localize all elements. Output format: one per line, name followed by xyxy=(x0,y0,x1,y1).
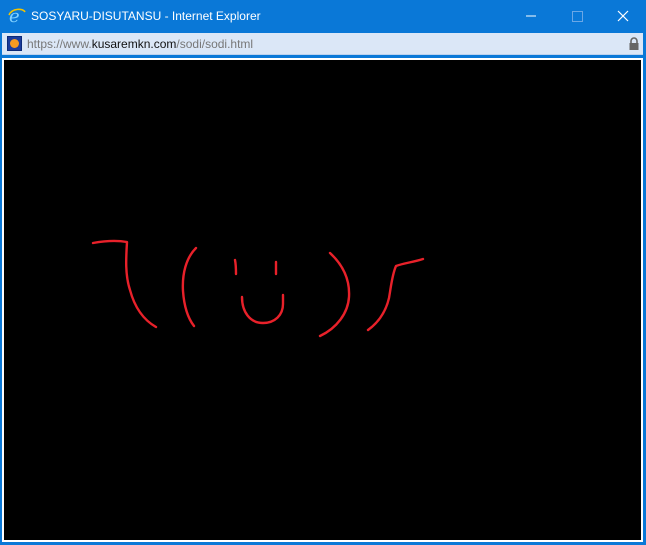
url-text[interactable]: https://www.kusaremkn.com/sodi/sodi.html xyxy=(27,37,253,51)
right-paren-stroke xyxy=(318,251,351,338)
maximize-button[interactable] xyxy=(554,0,600,32)
url-scheme: https://www. xyxy=(27,37,92,51)
address-bar[interactable]: https://www.kusaremkn.com/sodi/sodi.html xyxy=(2,33,643,55)
minimize-button[interactable] xyxy=(508,0,554,32)
favicon-dot xyxy=(10,39,19,48)
url-path: /sodi/sodi.html xyxy=(176,37,254,51)
page-content xyxy=(2,58,643,542)
browser-window: e SOSYARU-DISUTANSU - Internet Explorer … xyxy=(0,0,646,545)
url-domain: kusaremkn.com xyxy=(91,37,177,51)
right-arm-stroke xyxy=(366,257,425,332)
left-eye-stroke xyxy=(233,258,238,276)
close-icon xyxy=(617,10,629,22)
minimize-icon xyxy=(526,15,536,17)
shrug-drawing xyxy=(91,239,425,338)
internet-explorer-icon: e xyxy=(8,6,26,26)
left-paren-stroke xyxy=(181,246,198,328)
maximize-icon xyxy=(572,11,583,22)
close-button[interactable] xyxy=(600,0,646,32)
left-arm-stroke xyxy=(91,239,158,329)
title-bar[interactable]: e SOSYARU-DISUTANSU - Internet Explorer xyxy=(0,0,646,32)
lock-icon[interactable] xyxy=(628,37,640,51)
window-title: SOSYARU-DISUTANSU - Internet Explorer xyxy=(31,9,261,23)
mouth-stroke xyxy=(240,293,285,325)
site-favicon-icon xyxy=(7,36,22,51)
